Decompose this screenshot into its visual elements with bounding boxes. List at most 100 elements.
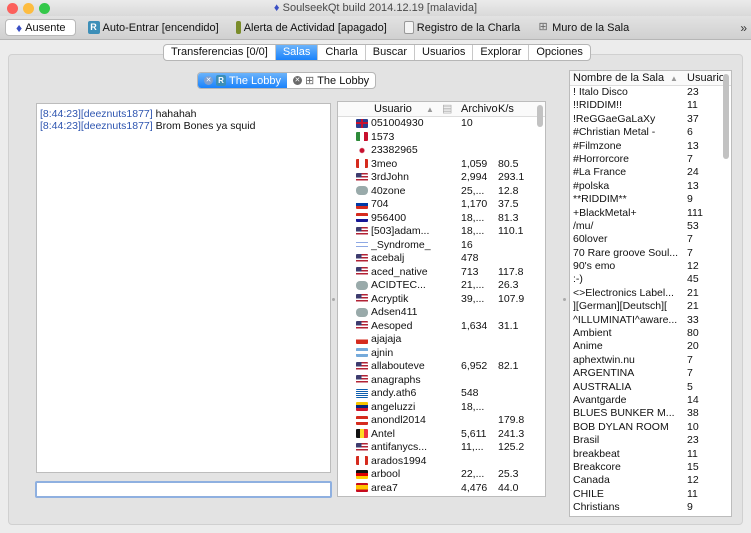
room-wall-button[interactable]: ⊞ Muro de la Sala [537, 21, 630, 34]
close-icon[interactable]: ✕ [292, 76, 302, 85]
room-row[interactable]: ARGENTINA 7 [570, 367, 731, 380]
room-row[interactable]: #Filmzone 13 [570, 140, 731, 153]
room-row[interactable]: ][German][Deutsch][ 21 [570, 300, 731, 313]
user-row[interactable]: 956400 18,... 81.3 [338, 212, 545, 226]
user-row[interactable]: 051004930 10 [338, 117, 545, 131]
room-row[interactable]: BLUES BUNKER M... 38 [570, 407, 731, 420]
tab-chat[interactable]: Charla [318, 45, 366, 60]
room-row[interactable]: ! Italo Disco 23 [570, 86, 731, 99]
user-row[interactable]: angeluzzi 18,... [338, 401, 545, 415]
user-row[interactable]: acebalj 478 [338, 252, 545, 266]
room-user-count: 9 [687, 501, 693, 514]
user-speed: 12.8 [498, 184, 519, 197]
tab-rooms[interactable]: Salas [275, 45, 319, 60]
room-row[interactable]: Canada 12 [570, 474, 731, 487]
close-icon[interactable]: ✕ [204, 76, 213, 85]
user-row[interactable]: anagraphs [338, 374, 545, 388]
column-header-room-name[interactable]: Nombre de la Sala [570, 71, 670, 85]
room-row[interactable]: 70 Rare groove Soul... 7 [570, 247, 731, 260]
user-row[interactable]: antifanycs... 11,... 125.2 [338, 441, 545, 455]
user-row[interactable]: ACIDTEC... 21,... 26.3 [338, 279, 545, 293]
splitter-handle[interactable] [332, 298, 335, 301]
room-row[interactable]: !!RIDDIM!! 11 [570, 99, 731, 112]
room-row[interactable]: Brasil 23 [570, 434, 731, 447]
room-row[interactable]: Christians 9 [570, 501, 731, 514]
room-name: **RIDDIM** [573, 193, 627, 206]
activity-alert-button[interactable]: Alerta de Actividad [apagado] [235, 21, 387, 34]
user-row[interactable]: Aesoped 1,634 31.1 [338, 320, 545, 334]
room-name: #La France [573, 166, 627, 179]
tab-transfers[interactable]: Transferencias [0/0] [164, 45, 276, 60]
room-row[interactable]: #polska 13 [570, 180, 731, 193]
user-row[interactable]: arados1994 [338, 455, 545, 469]
user-row[interactable]: [503]adam... 18,... 110.1 [338, 225, 545, 239]
room-row[interactable]: #Christian Metal - 6 [570, 126, 731, 139]
room-row[interactable]: Anime 20 [570, 340, 731, 353]
room-tab-lobby-wall[interactable]: ✕ ⊞ The Lobby [287, 73, 375, 88]
room-row[interactable]: Breakcore 15 [570, 461, 731, 474]
room-row[interactable]: breakbeat 11 [570, 448, 731, 461]
splitter-handle[interactable] [563, 298, 566, 301]
room-row[interactable]: :-) 45 [570, 273, 731, 286]
column-header-speed[interactable]: K/s [498, 102, 514, 116]
message-user[interactable]: [deeznuts1877] [81, 120, 153, 132]
user-row[interactable]: anondl2014 179.8 [338, 414, 545, 428]
toolbar-overflow-button[interactable]: » [740, 21, 747, 35]
column-header-room-users[interactable]: Usuario [687, 71, 723, 85]
user-row[interactable]: _Syndrome_ 16 [338, 239, 545, 253]
room-row[interactable]: /mu/ 53 [570, 220, 731, 233]
user-row[interactable]: 3meo 1,059 80.5 [338, 158, 545, 172]
chat-log-button[interactable]: Registro de la Charla [403, 21, 520, 34]
chat-log[interactable]: [8:44:23][deeznuts1877] hahahah [8:44:23… [36, 103, 331, 473]
user-row[interactable]: Adsen411 [338, 306, 545, 320]
room-row[interactable]: CHILE 11 [570, 488, 731, 501]
room-row[interactable]: AUSTRALIA 5 [570, 381, 731, 394]
user-row[interactable]: andy.ath6 548 [338, 387, 545, 401]
column-header-files[interactable]: Archivo [461, 102, 498, 116]
tab-users[interactable]: Usuarios [415, 45, 474, 60]
users-scrollbar[interactable] [537, 105, 543, 127]
user-row[interactable]: 704 1,170 37.5 [338, 198, 545, 212]
room-row[interactable]: 60lover 7 [570, 233, 731, 246]
user-name: 3meo [371, 157, 398, 170]
user-row[interactable]: arbool 22,... 25.3 [338, 468, 545, 482]
tab-search[interactable]: Buscar [366, 45, 415, 60]
room-row[interactable]: aphextwin.nu 7 [570, 354, 731, 367]
room-row[interactable]: +BlackMetal+ 111 [570, 207, 731, 220]
room-row[interactable]: **RIDDIM** 9 [570, 193, 731, 206]
room-row[interactable]: BOB DYLAN ROOM 10 [570, 421, 731, 434]
message-user[interactable]: [deeznuts1877] [81, 108, 153, 120]
room-row[interactable]: #La France 24 [570, 166, 731, 179]
room-row[interactable]: 90's emo 12 [570, 260, 731, 273]
user-row[interactable]: area7 4,476 44.0 [338, 482, 545, 496]
user-row[interactable]: Antel 5,611 241.3 [338, 428, 545, 442]
close-window-button[interactable] [7, 3, 18, 14]
user-row[interactable]: 23382965 [338, 144, 545, 158]
tab-options[interactable]: Opciones [529, 45, 589, 60]
room-row[interactable]: <>Electronics Label... 21 [570, 287, 731, 300]
tab-browse[interactable]: Explorar [473, 45, 530, 60]
user-row[interactable]: aced_native 713 117.8 [338, 266, 545, 280]
room-row[interactable]: ^ILLUMINATI^aware... 33 [570, 314, 731, 327]
chat-input[interactable] [35, 481, 332, 498]
user-row[interactable]: 40zone 25,... 12.8 [338, 185, 545, 199]
room-row[interactable]: Avantgarde 14 [570, 394, 731, 407]
user-row[interactable]: allabouteve 6,952 82.1 [338, 360, 545, 374]
user-row[interactable]: 3rdJohn 2,994 293.1 [338, 171, 545, 185]
user-row[interactable]: 1573 [338, 131, 545, 145]
room-row[interactable]: #Horrorcore 7 [570, 153, 731, 166]
away-button[interactable]: ♦ Ausente [5, 19, 76, 36]
room-row[interactable]: !ReGGaeGaLaXy 37 [570, 113, 731, 126]
user-name: anondl2014 [371, 414, 426, 426]
column-header-user[interactable]: Usuario [374, 102, 426, 116]
rooms-scrollbar[interactable] [723, 74, 729, 159]
room-row[interactable]: Ambient 80 [570, 327, 731, 340]
user-row[interactable]: Acryptik 39,... 107.9 [338, 293, 545, 307]
room-tab-lobby-chat[interactable]: ✕ R The Lobby [198, 73, 287, 88]
user-row[interactable]: ajnin [338, 347, 545, 361]
minimize-window-button[interactable] [23, 3, 34, 14]
zoom-window-button[interactable] [39, 3, 50, 14]
room-name: 70 Rare groove Soul... [573, 246, 679, 259]
auto-join-button[interactable]: R Auto-Entrar [encendido] [87, 21, 219, 34]
user-row[interactable]: ajajaja [338, 333, 545, 347]
